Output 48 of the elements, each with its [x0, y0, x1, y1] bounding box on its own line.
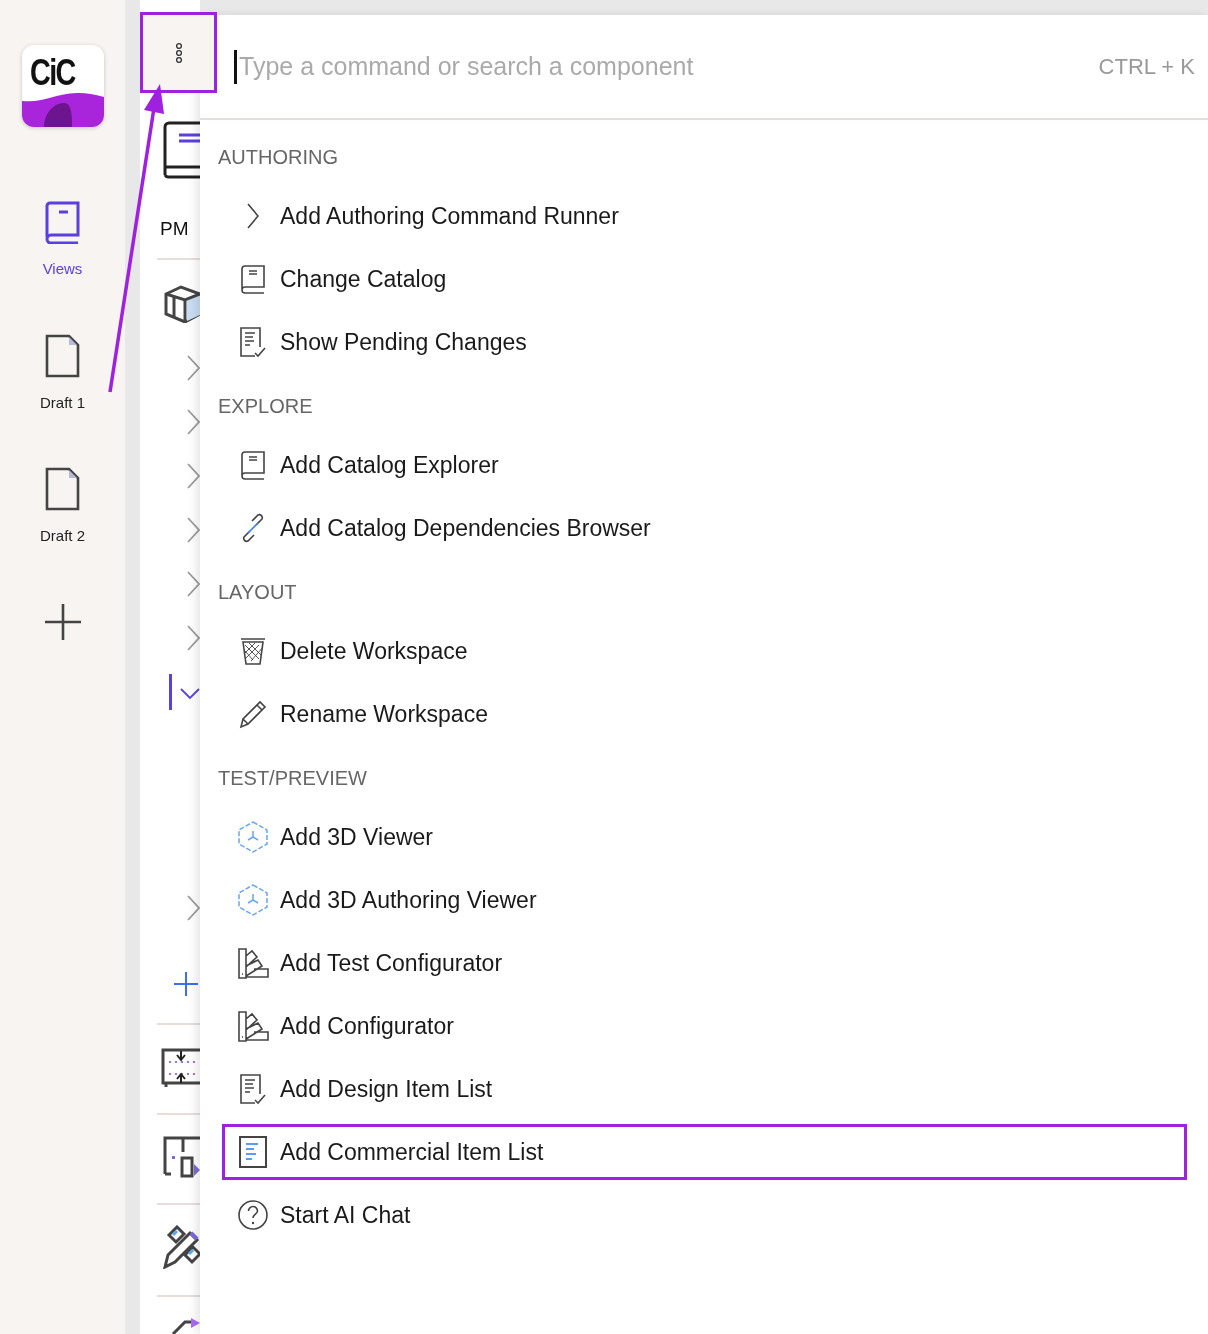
command-item[interactable]: Rename Workspace [222, 686, 1187, 742]
cabinet-icon [163, 1136, 200, 1178]
help-icon [236, 1198, 270, 1232]
more-menu-button[interactable] [140, 12, 217, 93]
command-item[interactable]: Add Catalog Dependencies Browser [222, 500, 1187, 556]
logo-text: CiC [29, 51, 75, 95]
command-item[interactable]: Add Configurator [222, 998, 1187, 1054]
section-heading: EXPLORE [217, 394, 314, 419]
command-item[interactable]: Add Test Configurator [222, 935, 1187, 991]
tools-icon [161, 1225, 200, 1269]
section-heading: LAYOUT [217, 580, 298, 605]
command-item[interactable]: Add Catalog Explorer [222, 437, 1187, 493]
chevron-right-icon[interactable] [187, 625, 200, 651]
section-heading: TEST/PREVIEW [217, 766, 368, 791]
command-item[interactable]: Start AI Chat [222, 1187, 1187, 1243]
command-item[interactable]: Add Design Item List [222, 1061, 1187, 1117]
command-item[interactable]: Delete Workspace [222, 623, 1187, 679]
chevron-right-icon [247, 203, 259, 229]
chevron-right-icon[interactable] [187, 355, 200, 381]
rail-item[interactable]: Draft 2 [17, 467, 108, 548]
add-icon[interactable] [174, 972, 198, 996]
rail-item[interactable]: Draft 1 [17, 333, 108, 414]
command-item[interactable]: Change Catalog [222, 251, 1187, 307]
layout-icon [161, 1047, 200, 1087]
swatch-icon [236, 946, 270, 980]
section-heading: AUTHORING [217, 145, 339, 170]
chevron-right-icon[interactable] [187, 463, 200, 489]
chevron-down-icon[interactable] [180, 688, 200, 700]
cube-icon [236, 820, 270, 854]
panel-title: PM [160, 217, 189, 241]
swatch-icon [236, 1009, 270, 1043]
command-item[interactable]: Add Authoring Command Runner [222, 188, 1187, 244]
chevron-right-icon[interactable] [187, 517, 200, 543]
book-icon [163, 121, 200, 179]
chevron-right-icon[interactable] [187, 571, 200, 597]
command-item[interactable]: Add Commercial Item List [222, 1124, 1187, 1180]
command-item[interactable]: Add 3D Viewer [222, 809, 1187, 865]
chevron-right-icon[interactable] [187, 409, 200, 435]
cube-icon [236, 883, 270, 917]
list-icon [236, 1135, 270, 1169]
add-icon[interactable] [44, 603, 81, 640]
rail-item[interactable]: Views [17, 200, 108, 281]
chevron-right-icon[interactable] [187, 895, 200, 921]
arrow-icon [171, 1318, 200, 1334]
shortcut-hint: CTRL + K [1098, 53, 1195, 81]
command-item[interactable]: Show Pending Changes [222, 314, 1187, 370]
command-item[interactable]: Add 3D Authoring Viewer [222, 872, 1187, 928]
more-icon [174, 41, 183, 64]
